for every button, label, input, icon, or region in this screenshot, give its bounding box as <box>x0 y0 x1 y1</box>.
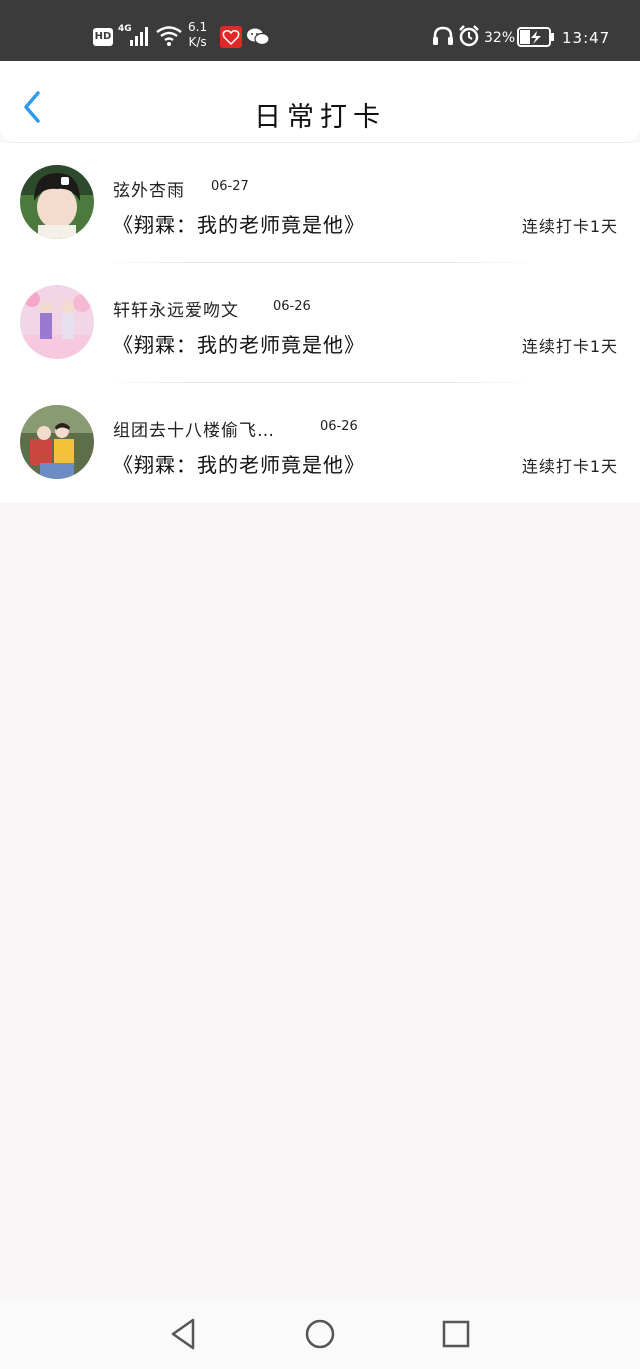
streak-label: 连续打卡1天 <box>521 217 618 236</box>
nav-back-icon[interactable] <box>169 1317 197 1351</box>
battery-percent: 32% <box>484 30 516 46</box>
hd-badge: HD <box>93 28 113 46</box>
avatar[interactable] <box>20 165 94 239</box>
user-avatar-image <box>20 285 94 359</box>
speed-value: 6.1 <box>188 20 208 34</box>
checkin-date: 06-27 <box>211 179 249 194</box>
app-notification-icon <box>220 26 242 48</box>
avatar[interactable] <box>20 405 94 479</box>
checkin-list: 弦外杏雨 06-27 《翔霖：我的老师竟是他》 连续打卡1天 轩轩永远爱吻文 0… <box>0 143 640 502</box>
nav-home-icon[interactable] <box>304 1317 336 1351</box>
list-item[interactable]: 轩轩永远爱吻文 06-26 《翔霖：我的老师竟是他》 连续打卡1天 <box>0 263 640 383</box>
user-avatar-image <box>20 165 94 239</box>
checkin-date: 06-26 <box>320 419 358 434</box>
book-title[interactable]: 《翔霖：我的老师竟是他》 <box>113 209 365 238</box>
system-nav-bar <box>0 1299 640 1369</box>
book-title[interactable]: 《翔霖：我的老师竟是他》 <box>113 449 365 478</box>
page-title: 日常打卡 <box>254 102 386 133</box>
battery-charging-icon <box>517 27 554 47</box>
user-avatar-image <box>20 405 94 479</box>
username: 轩轩永远爱吻文 <box>113 301 239 321</box>
wifi-icon <box>156 26 182 46</box>
username: 弦外杏雨 <box>113 181 185 201</box>
app-header: 日常打卡 <box>0 61 640 143</box>
signal-icon <box>130 27 148 46</box>
status-bar: HD 4G 6.1 K/s 32% 13:47 <box>0 0 640 61</box>
streak-label: 连续打卡1天 <box>521 337 618 356</box>
network-speed: 6.1 K/s <box>188 20 207 50</box>
streak-label: 连续打卡1天 <box>521 457 618 476</box>
checkin-date: 06-26 <box>273 299 311 314</box>
list-item[interactable]: 组团去十八楼偷飞… 06-26 《翔霖：我的老师竟是他》 连续打卡1天 <box>0 383 640 503</box>
nav-recent-apps-icon[interactable] <box>441 1319 471 1349</box>
heart-pattern-icon <box>222 30 240 46</box>
speed-unit: K/s <box>188 35 207 49</box>
username: 组团去十八楼偷飞… <box>113 421 275 441</box>
book-title[interactable]: 《翔霖：我的老师竟是他》 <box>113 329 365 358</box>
clock: 13:47 <box>562 29 611 47</box>
wechat-icon <box>247 28 270 46</box>
list-item[interactable]: 弦外杏雨 06-27 《翔霖：我的老师竟是他》 连续打卡1天 <box>0 143 640 263</box>
avatar[interactable] <box>20 285 94 359</box>
alarm-icon <box>459 25 479 47</box>
headphone-icon <box>433 26 453 45</box>
